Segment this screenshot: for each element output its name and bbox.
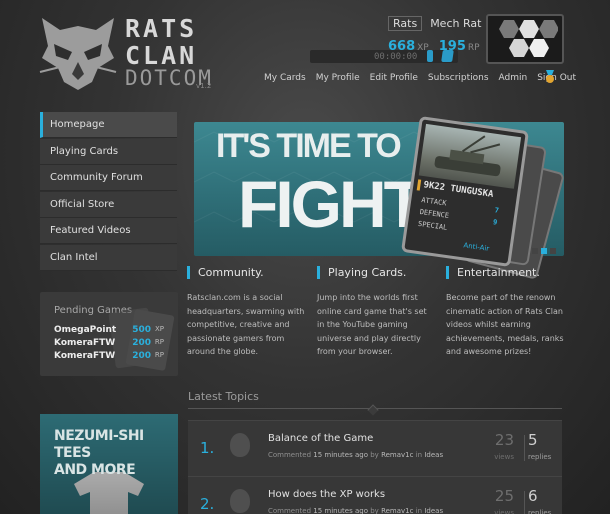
reply-count: 6 <box>528 487 538 505</box>
pending-game-row[interactable]: KomeraFTW 200 RP <box>54 351 172 361</box>
topnav-link-sign-out[interactable]: Sign Out <box>532 73 581 83</box>
reply-count: 5 <box>528 431 538 449</box>
card-stat-label: SPECIAL <box>417 219 448 232</box>
view-count: 25 <box>494 487 514 505</box>
card-stat-value: 7 <box>494 206 500 215</box>
sidebar-item-featured-videos[interactable]: Featured Videos <box>40 218 177 244</box>
banner-headline-1: IT'S TIME TO <box>216 127 402 165</box>
feature-heading[interactable]: Playing Cards. <box>317 266 435 279</box>
feature-description: Ratsclan.com is a social headquarters, s… <box>187 293 305 356</box>
topic-title[interactable]: How does the XP works <box>268 489 385 500</box>
topic-forum[interactable]: Ideas <box>424 451 443 459</box>
card-stat-label: DEFENCE <box>419 207 450 220</box>
top-navigation: My Cards My Profile Edit Profile Subscripti… <box>264 73 581 83</box>
hexagon-avatar-icon <box>499 20 558 57</box>
card-icon[interactable] <box>441 50 454 62</box>
topnav-link-my-cards[interactable]: My Cards <box>264 73 311 83</box>
feature-column: Community. Ratsclan.com is a social headq… <box>187 266 305 359</box>
topnav-link-admin[interactable]: Admin <box>494 73 533 83</box>
wager-value: 200 <box>132 338 151 348</box>
sidebar-item-clan-intel[interactable]: Clan Intel <box>40 244 177 271</box>
promo-headline: NEZUMI-SHI TEES AND MORE <box>54 428 178 479</box>
user-name[interactable]: Mech Rat <box>430 17 481 30</box>
store-promo-banner[interactable]: NEZUMI-SHI TEES AND MORE <box>40 414 178 514</box>
timer-readout: 00:00:00 <box>374 51 418 62</box>
player-name: OmegaPoint <box>54 325 117 335</box>
topic-title[interactable]: Balance of the Game <box>268 433 373 444</box>
pending-game-row[interactable]: KomeraFTW 200 RP <box>54 338 172 348</box>
tank-icon <box>434 135 501 177</box>
brand-line-rats: RATS <box>125 14 198 43</box>
card-stat-row: ATTACK 7 <box>420 196 500 215</box>
topic-author[interactable]: Remav1c <box>381 451 413 459</box>
sidebar-item-homepage[interactable]: Homepage <box>40 112 177 138</box>
topic-rank: 2. <box>200 495 215 513</box>
sidebar-item-playing-cards[interactable]: Playing Cards <box>40 138 177 165</box>
topic-rank: 1. <box>200 439 215 457</box>
banner-headline-2: FIGHT. <box>238 167 432 241</box>
featured-playing-card[interactable]: 9K22 TUNGUSKA ATTACK 7 DEFENCE 9 SPECIAL Ant… <box>401 116 529 267</box>
user-panel: Rats Mech Rat 668 XP 195 RP <box>388 16 484 54</box>
feature-column: Entertainment. Become part of the renown … <box>446 266 564 359</box>
promo-line-2: AND MORE <box>54 462 136 478</box>
topic-row[interactable]: 2. How does the XP works Commented 15 minu… <box>188 476 562 514</box>
wager-unit: RP <box>154 351 164 359</box>
carousel-dot[interactable] <box>541 248 547 254</box>
carousel-indicators <box>532 248 556 254</box>
carousel-dot[interactable] <box>532 248 538 254</box>
topic-author[interactable]: Remav1c <box>381 507 413 514</box>
view-label: views <box>494 453 514 461</box>
topnav-link-edit-profile[interactable]: Edit Profile <box>365 73 423 83</box>
view-count: 23 <box>494 431 514 449</box>
promo-line-1: NEZUMI-SHI TEES <box>54 428 144 461</box>
pending-games-panel: Pending Games OmegaPoint 500 XP KomeraFTW 20… <box>40 292 178 376</box>
card-stat-row: DEFENCE 9 <box>419 207 498 227</box>
player-name: KomeraFTW <box>54 338 116 348</box>
brand-version: v1.2 <box>196 82 212 90</box>
topic-forum[interactable]: Ideas <box>424 507 443 514</box>
pending-game-row[interactable]: OmegaPoint 500 XP <box>54 325 172 335</box>
card-stat-row: SPECIAL <box>417 220 447 232</box>
wager-unit: XP <box>154 325 164 333</box>
feature-column: Playing Cards. Jump into the worlds first… <box>317 266 435 359</box>
sidebar-item-official-store[interactable]: Official Store <box>40 191 177 218</box>
card-type: Anti-Air <box>462 241 490 253</box>
latest-topics-title: Latest Topics <box>188 390 259 403</box>
reply-label: replies <box>528 453 552 461</box>
player-name: KomeraFTW <box>54 351 116 361</box>
lightbulb-icon <box>230 433 250 457</box>
feature-heading[interactable]: Community. <box>187 266 305 279</box>
feature-heading[interactable]: Entertainment. <box>446 266 564 279</box>
tank-artwork <box>418 123 522 189</box>
topic-row[interactable]: 1. Balance of the Game Commented 15 minute… <box>188 420 562 476</box>
topnav-link-my-profile[interactable]: My Profile <box>311 73 365 83</box>
rank-medal-icon[interactable] <box>544 70 556 84</box>
topnav-link-subscriptions[interactable]: Subscriptions <box>423 73 494 83</box>
feature-description: Jump into the worlds first online card g… <box>317 293 427 356</box>
energy-icon[interactable] <box>427 50 433 62</box>
card-stat-value: 9 <box>492 218 498 227</box>
sidebar-nav: Homepage Playing Cards Community Forum Offi… <box>40 112 177 271</box>
status-bar: 00:00:00 <box>310 50 458 63</box>
hexagon-avatar[interactable] <box>486 14 564 64</box>
wager-value: 200 <box>132 351 151 361</box>
feature-description: Become part of the renown cinematic acti… <box>446 293 564 356</box>
topic-meta: Commented 15 minutes ago by Remav1c in I… <box>268 507 444 514</box>
rp-unit: RP <box>467 43 480 53</box>
sidebar-item-community-forum[interactable]: Community Forum <box>40 165 177 191</box>
carousel-dot[interactable] <box>550 248 556 254</box>
user-rank: Rats <box>388 16 423 31</box>
wager-unit: RP <box>154 338 164 346</box>
card-stat-label: ATTACK <box>420 196 447 208</box>
reply-label: replies <box>528 509 552 514</box>
lightbulb-icon <box>230 489 250 513</box>
rat-skull-logo-icon[interactable] <box>38 16 118 92</box>
view-label: views <box>494 509 514 514</box>
wager-value: 500 <box>132 325 151 335</box>
site-header: RATS CLAN DOTCOM v1.2 Rats Mech Rat 668 X… <box>0 0 610 100</box>
topic-meta: Commented 15 minutes ago by Remav1c in I… <box>268 451 444 459</box>
